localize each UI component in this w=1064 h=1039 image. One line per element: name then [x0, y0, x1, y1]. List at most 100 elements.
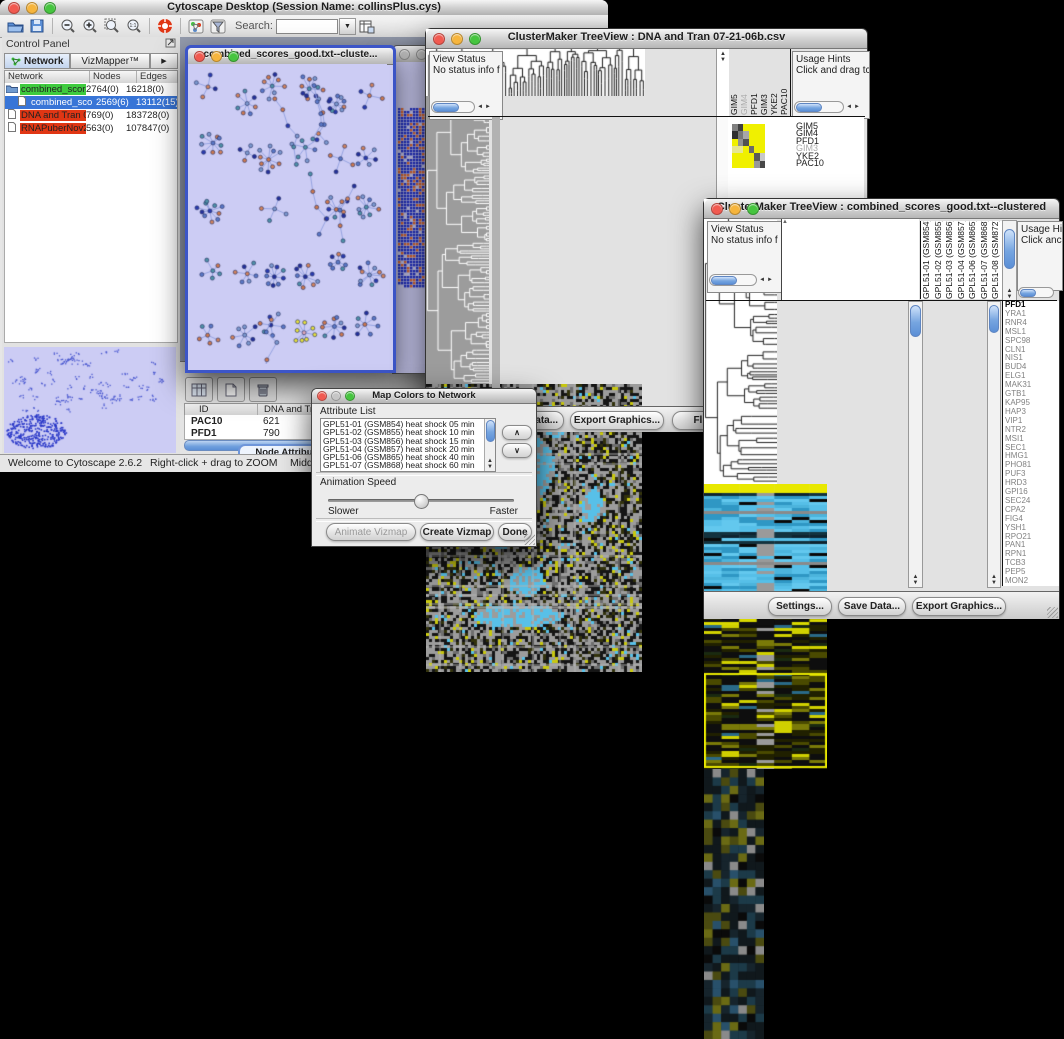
search-input[interactable] [276, 19, 338, 34]
zoom-window-icon[interactable] [44, 2, 56, 14]
tab-vizmapper[interactable]: VizMapper™ [70, 53, 150, 69]
zoom-selected-icon[interactable] [101, 17, 123, 36]
zoom-heatmap[interactable] [704, 769, 764, 1039]
move-down-button[interactable]: ∨ [502, 443, 532, 458]
network-table: combined_scores2764(0)16218(0)combined_s… [4, 83, 178, 138]
faster-label: Faster [490, 506, 518, 517]
array-label: GPL51-07 (GSM868) [979, 221, 991, 299]
minimize-icon[interactable] [26, 2, 38, 14]
select-attributes-icon[interactable] [185, 377, 213, 402]
zoom-heatmap[interactable] [732, 124, 765, 168]
array-label: PAC10 [779, 51, 789, 115]
zoom-window-icon[interactable] [228, 51, 239, 62]
labels-vscrollbar[interactable]: ▲▼ [1002, 220, 1017, 302]
save-data-button[interactable]: Save Data... [838, 597, 906, 616]
network-row[interactable]: combined_scores2764(0)16218(0) [5, 83, 177, 96]
vizmapper-icon[interactable] [185, 17, 207, 36]
array-label: GPL51-04 (GSM857) [956, 221, 968, 299]
tab-network[interactable]: Network [4, 53, 70, 69]
svg-text:1:1: 1:1 [130, 23, 137, 29]
zoom-in-icon[interactable] [79, 17, 101, 36]
search-dropdown-icon[interactable]: ▼ [339, 18, 356, 35]
close-icon[interactable] [433, 33, 445, 45]
gene-name-labels: PFD1YRA1RNR4MSL1SPC98CLN1NIS1BUD4ELG1MAK… [1002, 301, 1059, 586]
dendrogram-gutter [492, 117, 500, 405]
attribute-item[interactable]: GPL51-07 (GSM868) heat shock 60 min [323, 461, 484, 469]
window-titlebar[interactable]: Map Colors to Network [312, 389, 536, 404]
zoom-out-icon[interactable] [57, 17, 79, 36]
open-session-icon[interactable] [4, 17, 26, 36]
zoom-window-icon[interactable] [345, 391, 355, 401]
close-icon[interactable] [711, 203, 723, 215]
settings-button[interactable]: Settings... [768, 597, 832, 616]
animate-vizmap-button[interactable]: Animate Vizmap [326, 523, 416, 541]
main-window-title: Cytoscape Desktop (Session Name: collins… [0, 1, 608, 13]
control-panel-tabs: Network VizMapper™ ▶ [4, 53, 178, 69]
doc-icon [15, 96, 28, 109]
zoom-vscrollbar[interactable]: ▲▼ [987, 301, 1001, 588]
delete-attribute-icon[interactable] [249, 377, 277, 402]
zoom-vscrollbar[interactable]: ▲▼ [716, 49, 729, 116]
network-overview[interactable] [4, 347, 176, 453]
array-label: YKE2 [769, 51, 779, 115]
close-icon[interactable] [8, 2, 20, 14]
resize-grip[interactable] [1047, 607, 1058, 618]
export-graphics-button[interactable]: Export Graphics... [912, 597, 1006, 616]
doc-icon [5, 122, 18, 135]
matrix-cell [760, 146, 766, 153]
network-row[interactable]: RNAPuberNov2+I563(0)107847(0) [5, 122, 177, 135]
array-label: GIM4 [739, 51, 749, 115]
network-graph-view[interactable] [188, 64, 387, 364]
hints-hscrollbar[interactable] [1018, 287, 1054, 298]
hints-hscrollbar[interactable]: ◄► [794, 101, 860, 112]
create-attribute-icon[interactable] [217, 377, 245, 402]
minimize-icon[interactable] [729, 203, 741, 215]
network-icon [11, 57, 21, 66]
close-icon[interactable] [194, 51, 205, 62]
minimize-icon[interactable] [211, 51, 222, 62]
help-icon[interactable] [154, 17, 176, 36]
resize-grip[interactable] [524, 534, 535, 545]
zoom-window-icon[interactable] [747, 203, 759, 215]
window-titlebar[interactable]: ClusterMaker TreeView : combined_scores_… [704, 199, 1059, 219]
heatmap-vscrollbar[interactable]: ▲▼ [908, 301, 923, 588]
status-hscrollbar[interactable]: ◄► [709, 274, 773, 285]
status-hscrollbar[interactable]: ◄► [431, 101, 491, 112]
treeview-window-combined: ClusterMaker TreeView : combined_scores_… [703, 198, 1060, 619]
main-titlebar[interactable]: Cytoscape Desktop (Session Name: collins… [0, 0, 608, 16]
window-titlebar[interactable]: combined_scores_good.txt--cluste... [188, 48, 393, 65]
status-hint-zoom: Right-click + drag to ZOOM [150, 457, 278, 469]
window-titlebar[interactable]: ClusterMaker TreeView : DNA and Tran 07-… [426, 29, 867, 49]
slider-thumb[interactable] [414, 494, 429, 509]
close-icon[interactable] [399, 49, 410, 60]
network-row[interactable]: combined_sco2569(6)13112(15) [5, 96, 177, 109]
status-message: Welcome to Cytoscape 2.6.2 [8, 457, 142, 469]
zoom-window-icon[interactable] [469, 33, 481, 45]
attribute-list-vscrollbar[interactable]: ▲▼ [484, 419, 495, 471]
attribute-browser-icon[interactable] [356, 17, 378, 36]
minimize-icon[interactable] [451, 33, 463, 45]
filter-icon[interactable] [207, 17, 229, 36]
minimize-icon[interactable] [331, 391, 341, 401]
matrix-cell [760, 131, 766, 138]
network-row[interactable]: DNA and Tran 07769(0)183728(0) [5, 109, 177, 122]
gene-dendrogram[interactable] [426, 96, 489, 384]
gene-label: PAC10 [796, 160, 824, 167]
save-session-icon[interactable] [26, 17, 48, 36]
zoom-fit-icon[interactable]: 1:1 [123, 17, 145, 36]
float-panel-icon[interactable] [165, 38, 176, 51]
export-graphics-button[interactable]: Export Graphics... [570, 411, 664, 430]
gene-name-labels: GIM5GIM4PFD1GIM3YKE2PAC10 [796, 123, 824, 167]
attribute-list-label: Attribute List [320, 406, 376, 417]
array-label: GPL51-02 (GSM855) [933, 221, 945, 299]
speed-slider[interactable] [328, 499, 514, 502]
move-up-button[interactable]: ∧ [502, 425, 532, 440]
create-vizmap-button[interactable]: Create Vizmap [420, 523, 494, 541]
search-label: Search: [235, 20, 273, 32]
tab-overflow-button[interactable]: ▶ [150, 53, 178, 69]
global-heatmap[interactable] [704, 484, 827, 769]
column-dendrogram-area[interactable]: ▲ [781, 219, 919, 300]
network-list-area [4, 137, 178, 343]
close-icon[interactable] [317, 391, 327, 401]
control-panel: Control Panel Network VizMapper™ ▶ Netwo… [2, 37, 181, 455]
